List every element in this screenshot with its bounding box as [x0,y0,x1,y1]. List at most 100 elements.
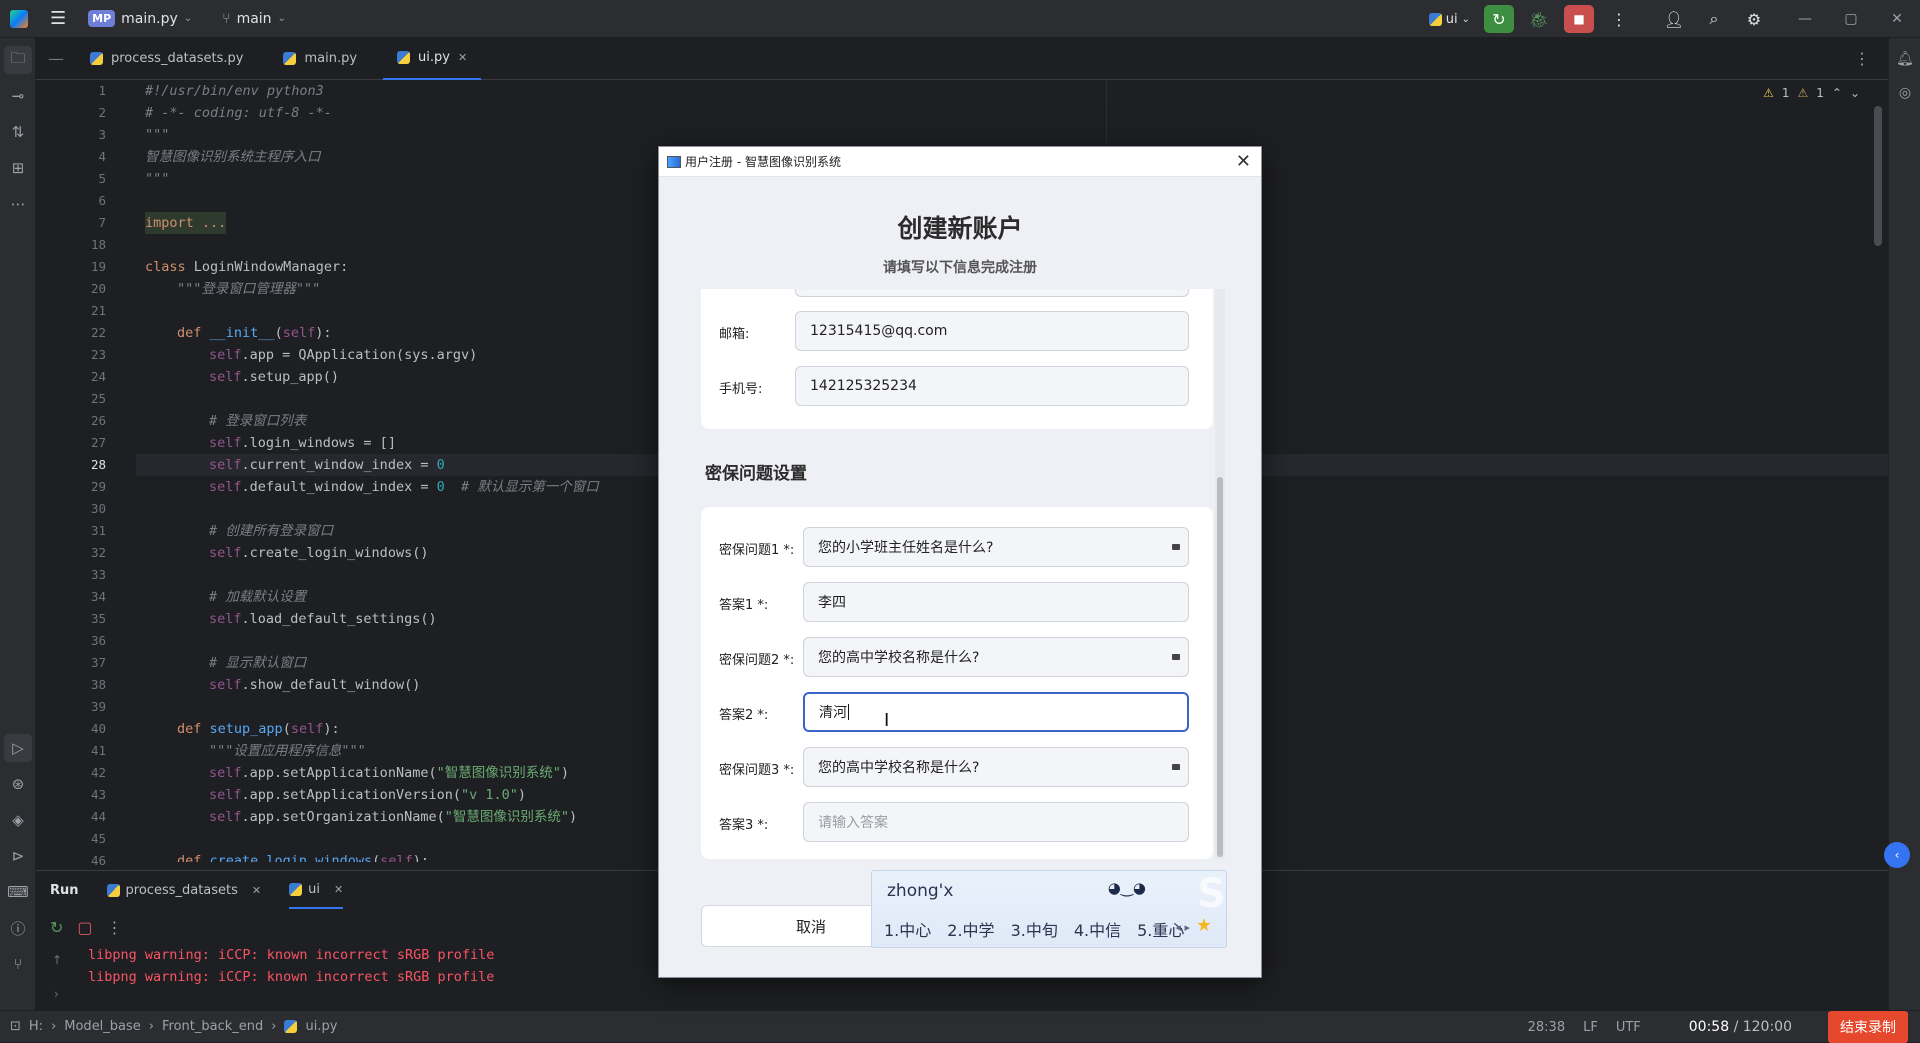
status-right: 28:38 LF UTF 00:58 / 120:00 结束录制 [1528,1011,1920,1043]
code-line: # 登录窗口列表 [209,413,307,429]
services-icon[interactable]: ⊳ [4,842,32,870]
close-window-button[interactable]: ✕ [1874,0,1920,38]
answer2-field[interactable]: 清河 [803,692,1189,732]
email-field[interactable]: 12315415@qq.com [795,311,1189,351]
code-text: .default_window_index = [241,479,437,495]
ai-assistant-icon[interactable]: ◎ [1892,80,1918,106]
ime-star-icon[interactable]: ★ [1196,915,1212,936]
caret-position[interactable]: 28:38 [1528,1020,1565,1035]
weak-warning-icon: ⚠ [1797,86,1809,100]
close-tab-icon[interactable]: ✕ [458,51,467,64]
tab-ui[interactable]: ui.py ✕ [383,38,482,80]
form-scrollbar-thumb[interactable] [1217,477,1223,857]
question1-select[interactable]: 您的小学班主任姓名是什么? [803,527,1189,567]
more-tools-icon[interactable]: ⋯ [4,190,32,218]
answer3-field[interactable]: 请输入答案 [803,802,1189,842]
settings-gear-icon[interactable]: ⚙ [1739,5,1769,33]
code-line: """ [145,127,170,143]
keyword: def [177,721,202,737]
debug-button[interactable]: 🐞︎ [1524,5,1554,33]
ime-skin-icon[interactable]: ◕‿◕ [1108,879,1146,897]
branch-selector[interactable]: ⑂ main ⌄ [222,11,286,27]
tab-main[interactable]: main.py [269,38,371,80]
breadcrumb-item[interactable]: Front_back_end [162,1019,263,1034]
ime-candidate[interactable]: 1.中心 [884,917,931,941]
next-highlight-icon[interactable]: ⌄ [1850,86,1860,100]
number: 0 [436,457,445,473]
stop-recording-button[interactable]: 结束录制 [1828,1011,1908,1043]
tab-label: ui.py [418,50,450,65]
search-icon[interactable]: ⌕ [1699,5,1729,33]
answer1-label: 答案1 *: [719,598,769,613]
stop-icon[interactable]: ▢ [77,918,92,937]
git-icon[interactable]: ⑂ [4,950,32,978]
run-tool-icon[interactable]: ▷ [4,734,32,762]
more-icon[interactable]: ⋮ [107,918,123,937]
project-selector[interactable]: MP main.py ⌄ [88,10,192,27]
pull-requests-icon[interactable]: ⇅ [4,118,32,146]
collapse-side-icon[interactable]: ‹ [1884,842,1910,868]
minimize-button[interactable]: — [1782,0,1828,38]
problems-icon[interactable]: ⓘ [4,914,32,942]
expand-icon[interactable]: › [54,987,59,1001]
terminal-icon[interactable]: ⌨ [4,878,32,906]
ime-candidate[interactable]: 4.中信 [1074,917,1121,941]
ime-candidate[interactable]: 2.中学 [947,917,994,941]
line-separator[interactable]: LF [1583,1020,1598,1035]
question2-select[interactable]: 您的高中学校名称是什么? [803,637,1189,677]
scroll-up-icon[interactable]: ↑ [52,953,62,967]
code-line[interactable]: import ... [145,212,227,234]
question1-value: 您的小学班主任姓名是什么? [818,540,994,556]
restore-button[interactable]: ▢ [1828,0,1874,38]
run-config-selector[interactable]: ui ⌄ [1425,5,1474,33]
tab-options-icon[interactable]: ⋮ [1854,49,1870,68]
breadcrumb-item[interactable]: H: [29,1019,43,1034]
ime-candidate-window: S zhong'x ◕‿◕ 1.中心 2.中学 3.中旬 4.中信 5.重心 ◂… [871,870,1227,948]
phone-row: 手机号: 142125325234 [701,366,1221,406]
function-name: __init__ [209,325,275,341]
add-user-icon[interactable]: 👤︎ [1659,5,1689,33]
file-encoding[interactable]: UTF [1616,1020,1641,1035]
line-number: 18 [90,237,106,252]
line-number: 2 [98,105,106,120]
rerun-icon[interactable]: ↻ [50,918,63,937]
line-number: 7 [98,215,106,230]
structure-icon[interactable]: ⊞ [4,154,32,182]
folded-imports[interactable]: import ... [145,215,226,231]
notifications-icon[interactable]: 🔔︎ [1892,46,1918,72]
prev-highlight-icon[interactable]: ⌃ [1832,86,1842,100]
tab-process-datasets[interactable]: process_datasets.py [76,38,257,80]
answer1-field[interactable]: 李四 [803,582,1189,622]
close-tab-icon[interactable]: ✕ [252,884,261,897]
stop-button[interactable]: ■ [1564,5,1594,33]
more-actions-icon[interactable]: ⋮ [1604,5,1634,33]
breadcrumb-item[interactable]: Model_base [64,1019,141,1034]
previous-field-edge [795,289,1189,297]
inspection-widget[interactable]: ⚠ 1 ⚠ 1 ⌃ ⌄ [1763,86,1860,100]
contact-card: 邮箱: 12315415@qq.com 手机号: 142125325234 [701,289,1213,429]
collapse-icon[interactable]: — [36,49,76,68]
main-menu-icon[interactable]: ☰ [50,8,66,29]
phone-field[interactable]: 142125325234 [795,366,1189,406]
commit-icon[interactable]: ⊸ [4,82,32,110]
python-console-icon[interactable]: ⊛ [4,770,32,798]
ime-page-arrows-icon[interactable]: ◂ ▸ [1175,921,1190,934]
close-tab-icon[interactable]: ✕ [334,883,343,896]
python-file-icon [397,51,411,64]
project-folder-icon[interactable]: 🗀 [4,46,32,74]
breadcrumb-item[interactable]: ui.py [305,1019,337,1034]
run-tab-ui[interactable]: ui ✕ [289,871,344,909]
ide-logo-icon [10,9,28,28]
close-icon[interactable]: ✕ [1236,151,1251,172]
line-number: 29 [90,479,106,494]
run-tab-process-datasets[interactable]: process_datasets ✕ [106,871,261,909]
question3-select[interactable]: 您的高中学校名称是什么? [803,747,1189,787]
python-icon [106,883,120,897]
ime-candidate[interactable]: 3.中旬 [1011,917,1058,941]
python-icon [289,882,303,896]
code-text: .app = QApplication(sys.argv) [241,347,478,363]
editor-scrollbar[interactable] [1874,106,1882,246]
chevron-down-icon: ⌄ [1461,13,1470,25]
rerun-button[interactable]: ↻ [1484,5,1514,33]
layers-icon[interactable]: ◈ [4,806,32,834]
